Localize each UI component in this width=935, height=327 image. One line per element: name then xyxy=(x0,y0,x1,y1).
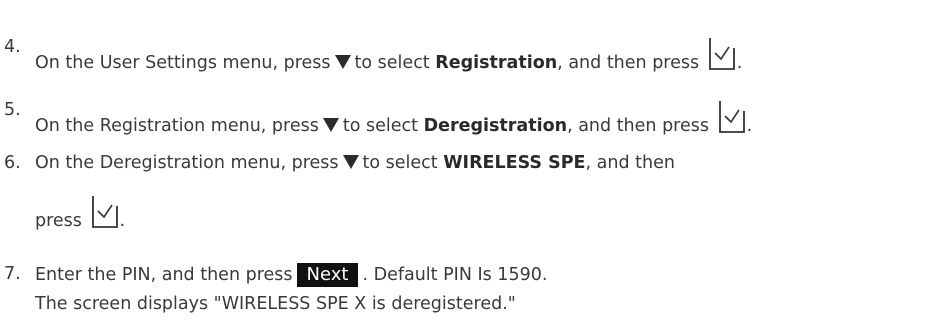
checkmark-button-icon xyxy=(717,99,747,135)
checkmark-button-icon xyxy=(707,36,737,72)
step-number: 4. xyxy=(4,37,21,57)
step-text: press . xyxy=(35,194,125,232)
step-text: The screen displays "WIRELESS SPE X is d… xyxy=(35,294,516,314)
instruction-steps: 4. On the User Settings menu, press to se… xyxy=(0,0,935,327)
menu-item-name: Registration xyxy=(435,53,558,73)
menu-item-name: WIRELESS SPE xyxy=(443,153,586,173)
step-text: On the Deregistration menu, press to sele… xyxy=(35,153,675,173)
checkmark-button-icon xyxy=(90,194,120,230)
down-triangle-icon xyxy=(334,55,351,69)
down-triangle-icon xyxy=(322,118,339,132)
step-text: On the Registration menu, press to select… xyxy=(35,99,752,137)
step-text: On the User Settings menu, press to selec… xyxy=(35,36,742,74)
step-number: 5. xyxy=(4,100,21,120)
down-triangle-icon xyxy=(342,155,359,169)
next-button-label: Next xyxy=(296,263,359,287)
step-text: Enter the PIN, and then press Next. Defau… xyxy=(35,263,548,287)
menu-item-name: Deregistration xyxy=(423,116,568,136)
step-number: 7. xyxy=(4,264,21,284)
step-number: 6. xyxy=(4,153,21,173)
